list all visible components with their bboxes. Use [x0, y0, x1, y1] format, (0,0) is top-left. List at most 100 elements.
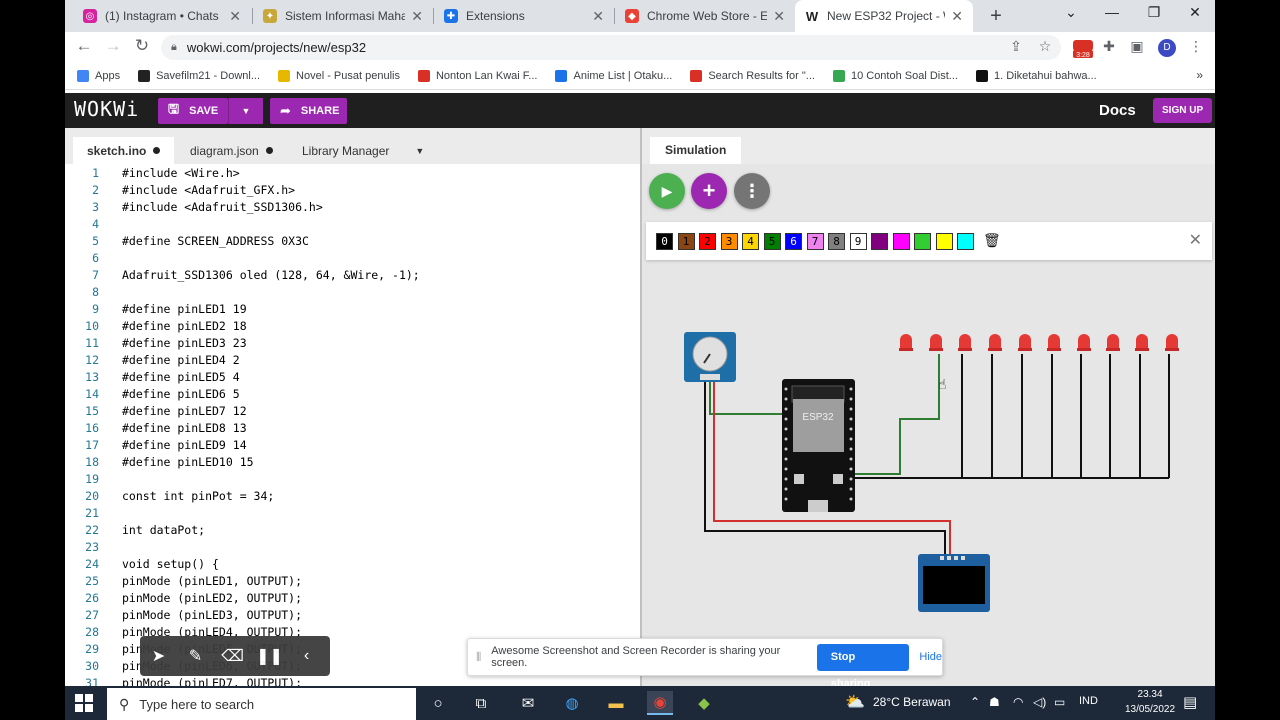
- clock[interactable]: 23.34 13/05/2022: [1125, 687, 1175, 717]
- bookmarks-more-button[interactable]: »: [1196, 68, 1203, 82]
- close-window-button[interactable]: ✕: [1182, 4, 1208, 21]
- chrome-icon[interactable]: ◉: [647, 691, 673, 715]
- bluestacks-icon[interactable]: ◆: [691, 691, 717, 715]
- file-explorer-icon[interactable]: ▬: [603, 691, 629, 715]
- led[interactable]: [899, 334, 913, 351]
- task-view-icon[interactable]: ⧉: [468, 691, 494, 715]
- led[interactable]: [1165, 334, 1179, 351]
- bookmark-contoh-soal[interactable]: 10 Contoh Soal Dist...: [832, 69, 958, 82]
- cortana-icon[interactable]: ○: [425, 691, 451, 715]
- tab-simulation[interactable]: Simulation: [650, 137, 742, 164]
- led[interactable]: [1135, 334, 1149, 351]
- pot-to-esp32-wire[interactable]: [709, 378, 784, 415]
- close-icon[interactable]: ✕: [951, 8, 963, 25]
- tab-diagram-json[interactable]: diagram.json: [176, 137, 287, 164]
- network-icon[interactable]: ☗: [989, 695, 1000, 709]
- minimize-button[interactable]: —: [1099, 4, 1125, 20]
- led-signal-wire[interactable]: [852, 354, 940, 475]
- led[interactable]: [1047, 334, 1061, 351]
- code-text: Adafruit_SSD1306 oled (128, 64, &Wire, -…: [122, 268, 420, 282]
- esp32-label: ESP32: [802, 412, 834, 423]
- bookmark-nonton[interactable]: Nonton Lan Kwai F...: [417, 69, 537, 82]
- screen-recorder-icon[interactable]: 3:28: [1072, 39, 1094, 59]
- esp32-board[interactable]: ESP32: [782, 379, 855, 512]
- restore-button[interactable]: ❐: [1141, 4, 1167, 21]
- language-indicator[interactable]: IND: [1079, 695, 1098, 707]
- back-icon[interactable]: ←: [73, 36, 95, 56]
- save-dropdown-button[interactable]: ▼: [228, 98, 263, 124]
- led[interactable]: [929, 334, 943, 351]
- code-editor[interactable]: 1 #include <Wire.h> 2 #include <Adafruit_GF…: [65, 164, 640, 686]
- reload-icon[interactable]: ↻: [131, 36, 153, 56]
- bookmark-diketahui[interactable]: 1. Diketahui bahwa...: [975, 69, 1097, 82]
- wifi-icon[interactable]: ◠: [1013, 695, 1023, 709]
- led[interactable]: [988, 334, 1002, 351]
- volume-icon[interactable]: ◁): [1033, 695, 1046, 709]
- forward-icon[interactable]: →: [102, 36, 124, 56]
- pen-tool-icon[interactable]: ✎: [177, 646, 214, 666]
- battery-icon[interactable]: ▭: [1054, 695, 1065, 709]
- line-number: 3: [92, 200, 99, 214]
- anime-list-icon: [555, 69, 568, 82]
- edge-icon[interactable]: ◍: [559, 691, 585, 715]
- extensions-icon[interactable]: ✚: [1099, 38, 1119, 55]
- mail-icon[interactable]: ✉: [515, 691, 541, 715]
- led[interactable]: [1018, 334, 1032, 351]
- code-text: #define pinLED5 4: [122, 370, 240, 384]
- tab-sketch-ino[interactable]: sketch.ino: [73, 137, 175, 164]
- tab-instagram[interactable]: ◎ (1) Instagram • Chats ✕: [73, 0, 251, 32]
- close-icon[interactable]: ✕: [411, 8, 423, 25]
- tab-title: (1) Instagram • Chats: [105, 9, 219, 23]
- stop-sharing-button[interactable]: Stop sharing: [816, 643, 910, 686]
- contoh-soal-icon: [832, 69, 845, 82]
- menu-kebab-icon[interactable]: ⋮: [1186, 38, 1206, 55]
- profile-avatar[interactable]: D: [1158, 39, 1176, 57]
- drag-handle-icon[interactable]: ⦀: [476, 650, 481, 665]
- oled-display[interactable]: [918, 554, 990, 612]
- tab-extensions[interactable]: ✚ Extensions ✕: [434, 0, 614, 32]
- new-tab-button[interactable]: +: [985, 5, 1007, 28]
- simulation-canvas[interactable]: ▶ + ⋮ 🗑︎ ✕ 0123456789 ESP32 ☝: [642, 164, 1215, 686]
- windows-start-icon[interactable]: [75, 694, 93, 712]
- tray-expand-icon[interactable]: ⌃: [970, 695, 980, 709]
- bookmark-apps[interactable]: Apps: [77, 69, 120, 82]
- notifications-icon[interactable]: ▤: [1183, 693, 1197, 711]
- led[interactable]: [1077, 334, 1091, 351]
- tab-chrome-web-store[interactable]: ◆ Chrome Web Store - Exte ✕: [615, 0, 795, 32]
- potentiometer[interactable]: [684, 332, 736, 382]
- signup-button[interactable]: SIGN UP: [1153, 98, 1213, 123]
- bookmark-search-results[interactable]: Search Results for "...: [690, 69, 815, 82]
- pause-icon[interactable]: ❚❚: [251, 646, 288, 666]
- tab-search-button[interactable]: ⌄: [1058, 4, 1084, 21]
- tab-library-manager[interactable]: Library Manager ▼: [288, 137, 438, 164]
- code-text: #define pinLED8 13: [122, 421, 247, 435]
- bookmark-star-icon[interactable]: ☆: [1035, 38, 1055, 55]
- taskbar-search-input[interactable]: ⚲ Type here to search: [107, 688, 416, 720]
- collapse-icon[interactable]: ‹: [288, 647, 325, 665]
- docs-link[interactable]: Docs: [1099, 102, 1136, 119]
- brainly-icon: [975, 69, 988, 82]
- side-panel-icon[interactable]: ▣: [1127, 38, 1147, 55]
- bookmark-savefilm21[interactable]: Savefilm21 - Downl...: [138, 69, 260, 82]
- hide-button[interactable]: Hide: [919, 651, 942, 663]
- save-button[interactable]: 🖫 SAVE: [158, 98, 228, 124]
- tab-wokwi-project[interactable]: W New ESP32 Project - Wok ✕: [795, 0, 973, 32]
- share-button[interactable]: ➦ SHARE: [270, 98, 347, 124]
- line-number: 31: [85, 676, 99, 686]
- share-page-icon[interactable]: ⇪: [1006, 38, 1026, 55]
- close-icon[interactable]: ✕: [592, 8, 604, 25]
- address-bar[interactable]: 🔒︎ wokwi.com/projects/new/esp32: [161, 35, 1061, 60]
- novel-icon: [278, 69, 291, 82]
- led[interactable]: [1106, 334, 1120, 351]
- bookmark-novel[interactable]: Novel - Pusat penulis: [278, 69, 400, 82]
- wokwi-logo[interactable]: WOKWi: [74, 97, 139, 121]
- pointer-tool-icon[interactable]: ➤: [140, 646, 177, 666]
- close-icon[interactable]: ✕: [773, 8, 785, 25]
- led[interactable]: [958, 334, 972, 351]
- bookmark-anime-list[interactable]: Anime List | Otaku...: [555, 69, 672, 82]
- tab-sistem-informasi[interactable]: ✦ Sistem Informasi Mahasis ✕: [253, 0, 433, 32]
- eraser-tool-icon[interactable]: ⌫: [214, 646, 251, 666]
- weather-text[interactable]: 28°C Berawan: [873, 695, 951, 709]
- close-icon[interactable]: ✕: [229, 8, 241, 25]
- tab-title: Sistem Informasi Mahasis: [285, 9, 406, 23]
